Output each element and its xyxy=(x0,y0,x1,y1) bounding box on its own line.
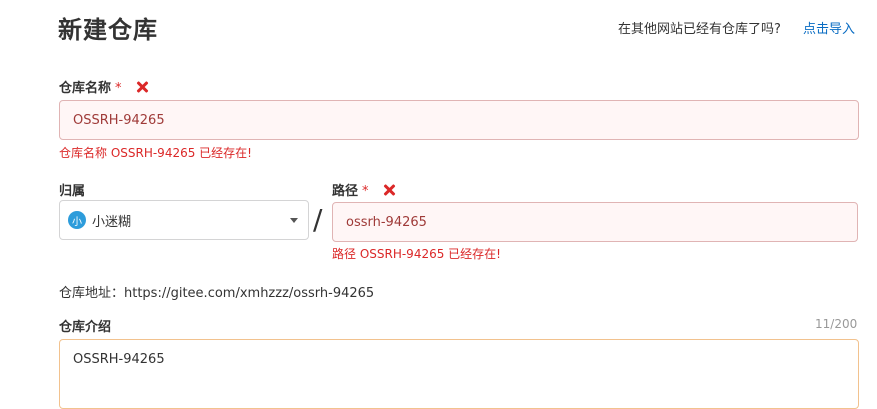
page-title: 新建仓库 xyxy=(58,16,158,44)
repo-address: 仓库地址：https://gitee.com/xmhzzz/ossrh-9426… xyxy=(59,286,375,301)
path-error: 路径 OSSRH-94265 已经存在! xyxy=(332,247,501,261)
description-char-counter: 11/200 xyxy=(815,317,858,331)
import-link[interactable]: 点击导入 xyxy=(803,18,855,37)
close-icon xyxy=(383,184,395,196)
description-value: OSSRH-94265 xyxy=(73,352,165,367)
owner-selected-value: 小迷糊 xyxy=(92,214,132,230)
chevron-down-icon xyxy=(290,217,298,223)
path-label-row: 路径 * xyxy=(332,180,395,199)
path-label: 路径 xyxy=(332,184,359,199)
repo-name-input[interactable]: OSSRH-94265 xyxy=(59,100,859,140)
repo-name-value: OSSRH-94265 xyxy=(73,112,165,128)
owner-select[interactable]: 小 小迷糊 xyxy=(59,200,309,240)
path-separator: / xyxy=(313,203,323,236)
avatar: 小 xyxy=(68,211,86,229)
path-value: ossrh-94265 xyxy=(346,214,427,230)
repo-name-label-row: 仓库名称 * xyxy=(59,77,148,96)
owner-label: 归属 xyxy=(59,184,86,199)
required-mark: * xyxy=(362,184,369,199)
repo-name-error: 仓库名称 OSSRH-94265 已经存在! xyxy=(59,146,252,160)
required-mark: * xyxy=(115,81,122,96)
description-label: 仓库介绍 xyxy=(59,320,112,335)
repo-name-label: 仓库名称 xyxy=(59,81,112,96)
close-icon xyxy=(136,81,148,93)
description-textarea[interactable]: OSSRH-94265 xyxy=(59,339,859,409)
import-question: 在其他网站已经有仓库了吗? xyxy=(618,22,781,37)
path-input[interactable]: ossrh-94265 xyxy=(332,202,858,242)
